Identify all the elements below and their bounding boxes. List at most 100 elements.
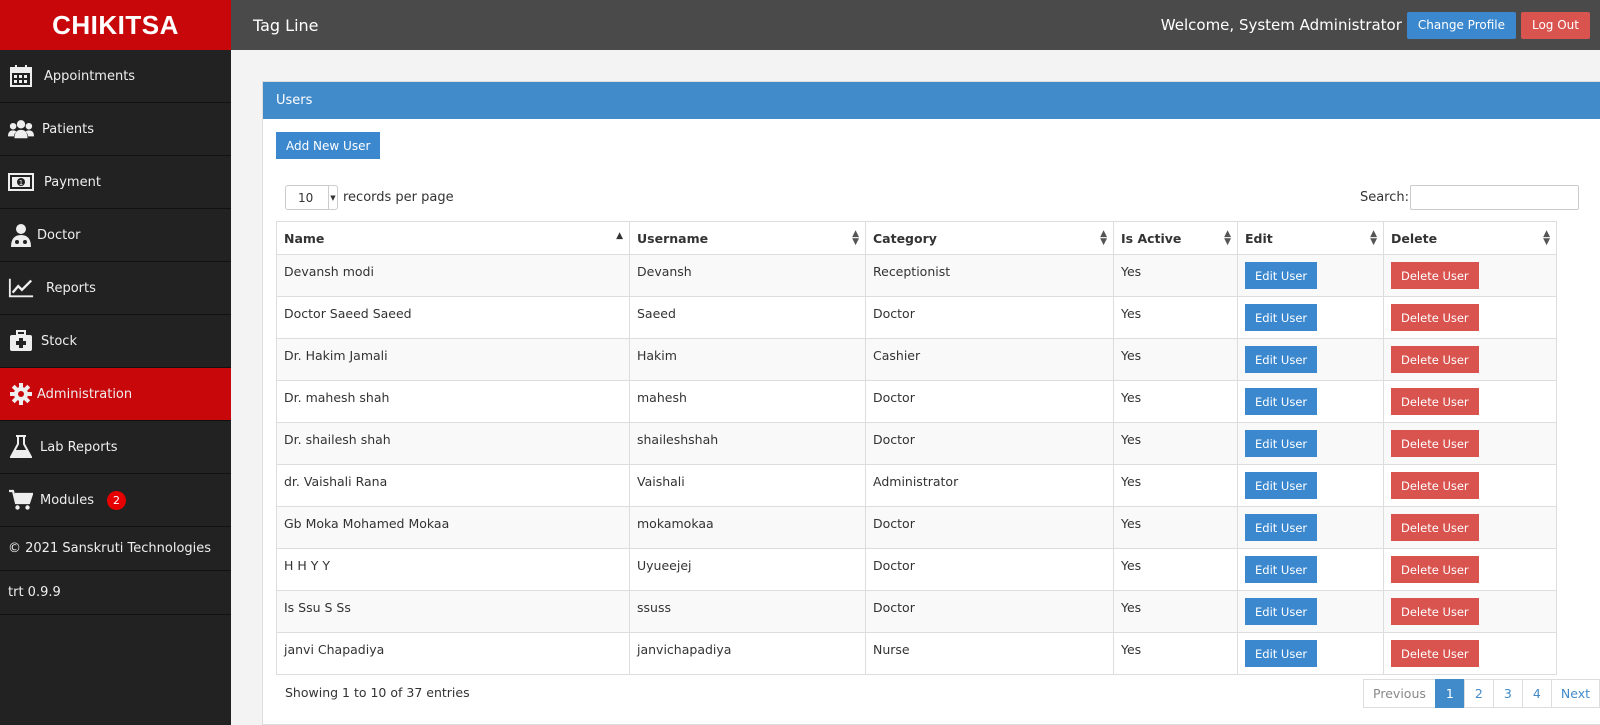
sidebar-item-administration[interactable]: Administration bbox=[0, 368, 231, 421]
delete-user-button[interactable]: Delete User bbox=[1391, 346, 1479, 373]
cell-edit: Edit User bbox=[1237, 338, 1384, 381]
cell-delete: Delete User bbox=[1383, 296, 1557, 339]
add-new-user-button[interactable]: Add New User bbox=[276, 132, 381, 159]
edit-user-button[interactable]: Edit User bbox=[1245, 514, 1318, 541]
pagination-page-3[interactable]: 3 bbox=[1492, 679, 1523, 708]
delete-user-button[interactable]: Delete User bbox=[1391, 514, 1479, 541]
search-input[interactable] bbox=[1410, 185, 1579, 210]
sidebar-item-payment[interactable]: 1 Payment bbox=[0, 156, 231, 209]
pagination-page-4[interactable]: 4 bbox=[1521, 679, 1552, 708]
sidebar-item-label: Patients bbox=[42, 121, 95, 137]
logout-button[interactable]: Log Out bbox=[1520, 11, 1590, 39]
sidebar-item-stock[interactable]: Stock bbox=[0, 315, 231, 368]
cell-username: mokamokaa bbox=[629, 506, 866, 549]
sort-both-icon: ▲ ▼ bbox=[1100, 229, 1107, 247]
sidebar-item-label: Administration bbox=[37, 386, 133, 402]
delete-user-button[interactable]: Delete User bbox=[1391, 262, 1479, 289]
cell-edit: Edit User bbox=[1237, 422, 1384, 465]
cell-username: Vaishali bbox=[629, 464, 866, 507]
sidebar-item-label: Doctor bbox=[37, 227, 81, 243]
cell-is-active: Yes bbox=[1113, 422, 1238, 465]
column-header-edit[interactable]: Edit ▲ ▼ bbox=[1237, 221, 1384, 255]
column-header-name[interactable]: Name ▲ bbox=[276, 221, 630, 255]
delete-user-button[interactable]: Delete User bbox=[1391, 640, 1479, 667]
sort-both-icon: ▲ ▼ bbox=[852, 229, 859, 247]
delete-user-button[interactable]: Delete User bbox=[1391, 598, 1479, 625]
edit-user-button[interactable]: Edit User bbox=[1245, 304, 1318, 331]
edit-user-button[interactable]: Edit User bbox=[1245, 388, 1318, 415]
edit-user-button[interactable]: Edit User bbox=[1245, 640, 1318, 667]
modules-count-badge: 2 bbox=[107, 490, 127, 510]
sort-asc-icon: ▲ bbox=[616, 231, 623, 241]
cell-delete: Delete User bbox=[1383, 464, 1557, 507]
sidebar-item-lab-reports[interactable]: Lab Reports bbox=[0, 421, 231, 474]
column-header-category[interactable]: Category ▲ ▼ bbox=[865, 221, 1114, 255]
sort-both-icon: ▲ ▼ bbox=[1224, 229, 1231, 247]
sidebar-item-label: Stock bbox=[41, 333, 77, 349]
cell-name: Dr. mahesh shah bbox=[276, 380, 630, 423]
cell-name: Devansh modi bbox=[276, 254, 630, 297]
panel-title: Users bbox=[263, 82, 1600, 119]
table-row: Dr. mahesh shah mahesh Doctor Yes Edit User D… bbox=[276, 380, 1557, 423]
column-header-username[interactable]: Username ▲ ▼ bbox=[629, 221, 866, 255]
table-row: Dr. shailesh shah shaileshshah Doctor Yes Ed… bbox=[276, 422, 1557, 465]
sidebar-item-modules[interactable]: Modules 2 bbox=[0, 474, 231, 527]
cell-category: Doctor bbox=[865, 548, 1114, 591]
cell-name: janvi Chapadiya bbox=[276, 632, 630, 675]
records-per-page-select[interactable]: 10 ▼ bbox=[285, 185, 338, 210]
cart-icon bbox=[8, 487, 34, 513]
cell-is-active: Yes bbox=[1113, 338, 1238, 381]
edit-user-button[interactable]: Edit User bbox=[1245, 346, 1318, 373]
sidebar-item-appointments[interactable]: Appointments bbox=[0, 50, 231, 103]
sidebar: CHIKITSA Appointments Patients 1 Payment… bbox=[0, 0, 231, 725]
pagination-next[interactable]: Next bbox=[1550, 679, 1600, 708]
delete-user-button[interactable]: Delete User bbox=[1391, 430, 1479, 457]
sidebar-item-label: Appointments bbox=[44, 68, 136, 84]
cell-edit: Edit User bbox=[1237, 506, 1384, 549]
pagination-page-1[interactable]: 1 bbox=[1434, 679, 1465, 708]
pagination-previous[interactable]: Previous bbox=[1363, 679, 1436, 708]
gear-icon bbox=[8, 381, 34, 407]
table-row: Dr. Hakim Jamali Hakim Cashier Yes Edit User… bbox=[276, 338, 1557, 381]
table-row: Devansh modi Devansh Receptionist Yes Edit U… bbox=[276, 254, 1557, 297]
edit-user-button[interactable]: Edit User bbox=[1245, 598, 1318, 625]
edit-user-button[interactable]: Edit User bbox=[1245, 430, 1318, 457]
cell-username: Hakim bbox=[629, 338, 866, 381]
delete-user-button[interactable]: Delete User bbox=[1391, 472, 1479, 499]
search-label: Search: bbox=[1359, 190, 1409, 205]
delete-user-button[interactable]: Delete User bbox=[1391, 556, 1479, 583]
records-per-page-value: 10 bbox=[298, 190, 314, 205]
cell-username: janvichapadiya bbox=[629, 632, 866, 675]
delete-user-button[interactable]: Delete User bbox=[1391, 388, 1479, 415]
edit-user-button[interactable]: Edit User bbox=[1245, 556, 1318, 583]
brand-logo[interactable]: CHIKITSA bbox=[0, 0, 231, 50]
cell-edit: Edit User bbox=[1237, 296, 1384, 339]
cell-is-active: Yes bbox=[1113, 632, 1238, 675]
column-header-delete[interactable]: Delete ▲ ▼ bbox=[1383, 221, 1557, 255]
change-profile-button[interactable]: Change Profile bbox=[1406, 11, 1516, 39]
sidebar-item-label: Modules bbox=[40, 492, 95, 508]
cell-name: Dr. shailesh shah bbox=[276, 422, 630, 465]
delete-user-button[interactable]: Delete User bbox=[1391, 304, 1479, 331]
table-row: janvi Chapadiya janvichapadiya Nurse Yes Edi… bbox=[276, 632, 1557, 675]
sidebar-item-patients[interactable]: Patients bbox=[0, 103, 231, 156]
users-panel: Users Add New User 10 ▼ records per page… bbox=[262, 81, 1600, 725]
sidebar-item-label: Lab Reports bbox=[40, 439, 118, 455]
table-row: Doctor Saeed Saeed Saeed Doctor Yes Edit Use… bbox=[276, 296, 1557, 339]
pagination-page-2[interactable]: 2 bbox=[1463, 679, 1494, 708]
sidebar-item-doctor[interactable]: Doctor bbox=[0, 209, 231, 262]
cell-is-active: Yes bbox=[1113, 590, 1238, 633]
cell-delete: Delete User bbox=[1383, 548, 1557, 591]
cell-category: Doctor bbox=[865, 380, 1114, 423]
users-icon bbox=[8, 116, 34, 142]
welcome-text: Welcome, System Administrator bbox=[1160, 16, 1402, 34]
user-area: Welcome, System Administrator Change Pro… bbox=[1160, 11, 1590, 39]
column-header-is-active[interactable]: Is Active ▲ ▼ bbox=[1113, 221, 1238, 255]
sidebar-item-reports[interactable]: Reports bbox=[0, 262, 231, 315]
table-info: Showing 1 to 10 of 37 entries bbox=[285, 685, 470, 700]
cell-username: Uyueejej bbox=[629, 548, 866, 591]
edit-user-button[interactable]: Edit User bbox=[1245, 262, 1318, 289]
cell-is-active: Yes bbox=[1113, 464, 1238, 507]
edit-user-button[interactable]: Edit User bbox=[1245, 472, 1318, 499]
cell-delete: Delete User bbox=[1383, 338, 1557, 381]
